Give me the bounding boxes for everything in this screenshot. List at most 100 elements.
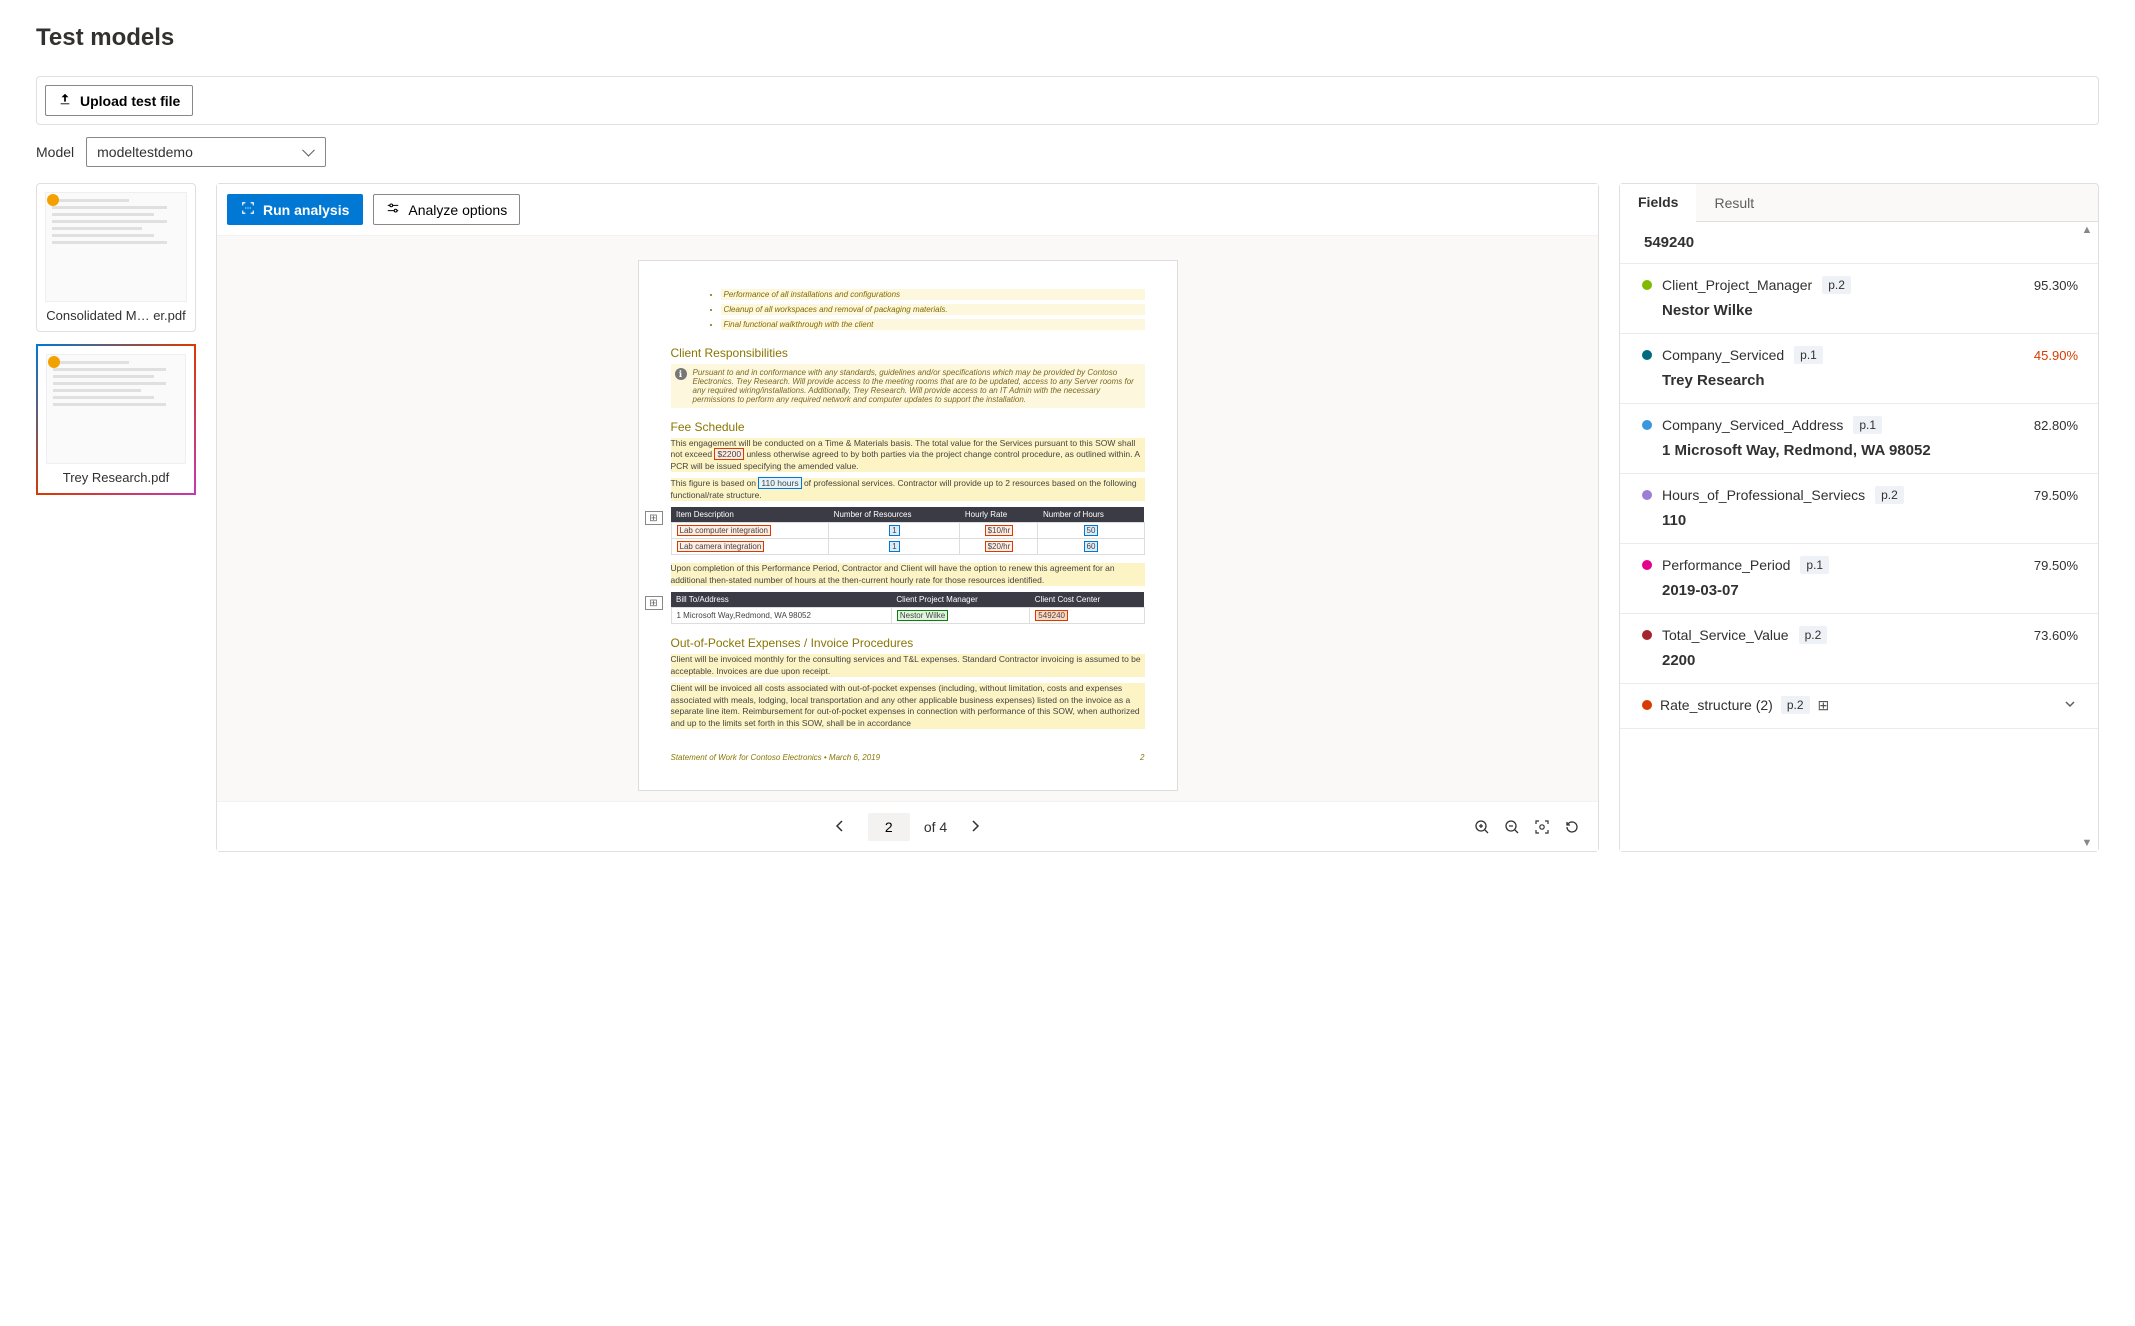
thumbnail-preview [46, 354, 186, 464]
thumbnail-list: Consolidated M… er.pdf Trey Research.pdf [36, 183, 196, 852]
doc-bullet: Final functional walkthrough with the cl… [721, 319, 1145, 330]
field-name: Company_Serviced_Address [1662, 417, 1843, 433]
field-value: 110 [1642, 512, 2076, 529]
thumbnail-item[interactable]: Consolidated M… er.pdf [36, 183, 196, 332]
page-chip: p.1 [1853, 416, 1882, 434]
thumbnail-preview [45, 192, 187, 302]
sliders-icon [386, 201, 400, 218]
table-marker-icon: ⊞ [645, 596, 663, 610]
page-chip: p.2 [1875, 486, 1904, 504]
doc-note: Pursuant to and in conformance with any … [671, 364, 1145, 408]
confidence: 79.50% [2034, 558, 2078, 573]
field-value: 1 Microsoft Way, Redmond, WA 98052 [1642, 442, 2076, 459]
results-tabs: Fields Result [1620, 184, 2098, 222]
confidence: 82.80% [2034, 418, 2078, 433]
field-row[interactable]: Company_Serviced_Address p.1 82.80% 1 Mi… [1620, 404, 2098, 474]
page-total: of 4 [924, 819, 947, 835]
page-input[interactable] [868, 813, 910, 841]
document-viewer: Run analysis Analyze options Performance… [216, 183, 1599, 852]
highlight-total-value: $2200 [714, 448, 744, 460]
rates-table: Item DescriptionNumber of ResourcesHourl… [671, 507, 1145, 555]
doc-footer-left: Statement of Work for Contoso Electronic… [671, 753, 881, 762]
doc-heading: Fee Schedule [671, 420, 1145, 434]
tab-fields[interactable]: Fields [1620, 184, 1696, 222]
document-page: Performance of all installations and con… [638, 260, 1178, 791]
field-value: Trey Research [1642, 372, 2076, 389]
field-row[interactable]: Client_Project_Manager p.2 95.30% Nestor… [1620, 264, 2098, 334]
field-row-expandable[interactable]: Rate_structure (2) p.2 ⊞ [1620, 684, 2098, 729]
model-label: Model [36, 144, 74, 160]
doc-paragraph: Upon completion of this Performance Peri… [671, 563, 1145, 586]
color-dot-icon [1642, 280, 1652, 290]
field-row[interactable]: Performance_Period p.1 79.50% 2019-03-07 [1620, 544, 2098, 614]
field-value: 549240 [1620, 222, 2098, 264]
zoom-out-button[interactable] [1504, 819, 1520, 835]
color-dot-icon [1642, 420, 1652, 430]
upload-button[interactable]: Upload test file [45, 85, 193, 116]
page-chip: p.2 [1781, 696, 1810, 714]
chevron-down-icon [2064, 697, 2076, 713]
field-name: Rate_structure (2) [1660, 697, 1773, 713]
thumbnail-name: Consolidated M… er.pdf [45, 308, 187, 323]
tab-result[interactable]: Result [1696, 184, 1772, 221]
analyze-options-label: Analyze options [408, 202, 507, 218]
status-dot-icon [48, 356, 60, 368]
upload-label: Upload test file [80, 93, 180, 109]
doc-bullet: Performance of all installations and con… [721, 289, 1145, 300]
doc-paragraph: Client will be invoiced all costs associ… [671, 683, 1145, 729]
field-value: 2200 [1642, 652, 2076, 669]
table-marker-icon: ⊞ [645, 511, 663, 525]
scroll-up-icon: ▲ [2080, 224, 2094, 236]
page-chip: p.2 [1799, 626, 1828, 644]
color-dot-icon [1642, 560, 1652, 570]
model-selected-value: modeltestdemo [97, 144, 193, 160]
next-page-button[interactable] [961, 812, 989, 841]
model-select[interactable]: modeltestdemo [86, 137, 326, 167]
upload-icon [58, 92, 72, 109]
thumbnail-item[interactable]: Trey Research.pdf [36, 344, 196, 495]
color-dot-icon [1642, 490, 1652, 500]
fields-list[interactable]: ▲ 549240 Client_Project_Manager p.2 95.3… [1620, 222, 2098, 851]
color-dot-icon [1642, 630, 1652, 640]
highlight-hours: 110 hours [758, 477, 801, 489]
analyze-options-button[interactable]: Analyze options [373, 194, 520, 225]
results-panel: Fields Result ▲ 549240 Client_Project_Ma… [1619, 183, 2099, 852]
region-zoom-button[interactable] [1534, 819, 1550, 835]
document-scroll-area[interactable]: Performance of all installations and con… [217, 236, 1598, 801]
thumbnail-name: Trey Research.pdf [46, 470, 186, 485]
upload-bar: Upload test file [36, 76, 2099, 125]
field-value: 2019-03-07 [1642, 582, 2076, 599]
scroll-down-icon: ▼ [2080, 837, 2094, 849]
color-dot-icon [1642, 350, 1652, 360]
page-chip: p.1 [1800, 556, 1829, 574]
field-name: Hours_of_Professional_Serviecs [1662, 487, 1865, 503]
doc-paragraph: This engagement will be conducted on a T… [671, 438, 1145, 472]
confidence: 45.90% [2034, 348, 2078, 363]
table-icon: ⊞ [1818, 697, 1830, 714]
confidence: 73.60% [2034, 628, 2078, 643]
color-dot-icon [1642, 700, 1652, 710]
field-name: Total_Service_Value [1662, 627, 1789, 643]
field-name: Company_Serviced [1662, 347, 1784, 363]
rotate-button[interactable] [1564, 819, 1580, 835]
field-row[interactable]: Company_Serviced p.1 45.90% Trey Researc… [1620, 334, 2098, 404]
confidence: 95.30% [2034, 278, 2078, 293]
field-row[interactable]: Total_Service_Value p.2 73.60% 2200 [1620, 614, 2098, 684]
field-name: Performance_Period [1662, 557, 1790, 573]
highlight-cost-center: 549240 [1035, 610, 1068, 621]
field-name: Client_Project_Manager [1662, 277, 1812, 293]
doc-heading: Out-of-Pocket Expenses / Invoice Procedu… [671, 636, 1145, 650]
prev-page-button[interactable] [826, 812, 854, 841]
field-row[interactable]: Hours_of_Professional_Serviecs p.2 79.50… [1620, 474, 2098, 544]
page-title: Test models [36, 24, 2099, 52]
confidence: 79.50% [2034, 488, 2078, 503]
doc-bullet: Cleanup of all workspaces and removal of… [721, 304, 1145, 315]
run-analysis-button[interactable]: Run analysis [227, 194, 363, 225]
field-value: Nestor Wilke [1642, 302, 2076, 319]
page-chip: p.1 [1794, 346, 1823, 364]
doc-footer-page: 2 [1140, 753, 1144, 762]
status-dot-icon [47, 194, 59, 206]
zoom-in-button[interactable] [1474, 819, 1490, 835]
doc-heading: Client Responsibilities [671, 346, 1145, 360]
highlight-client-pm: Nestor Wilke [897, 610, 948, 621]
